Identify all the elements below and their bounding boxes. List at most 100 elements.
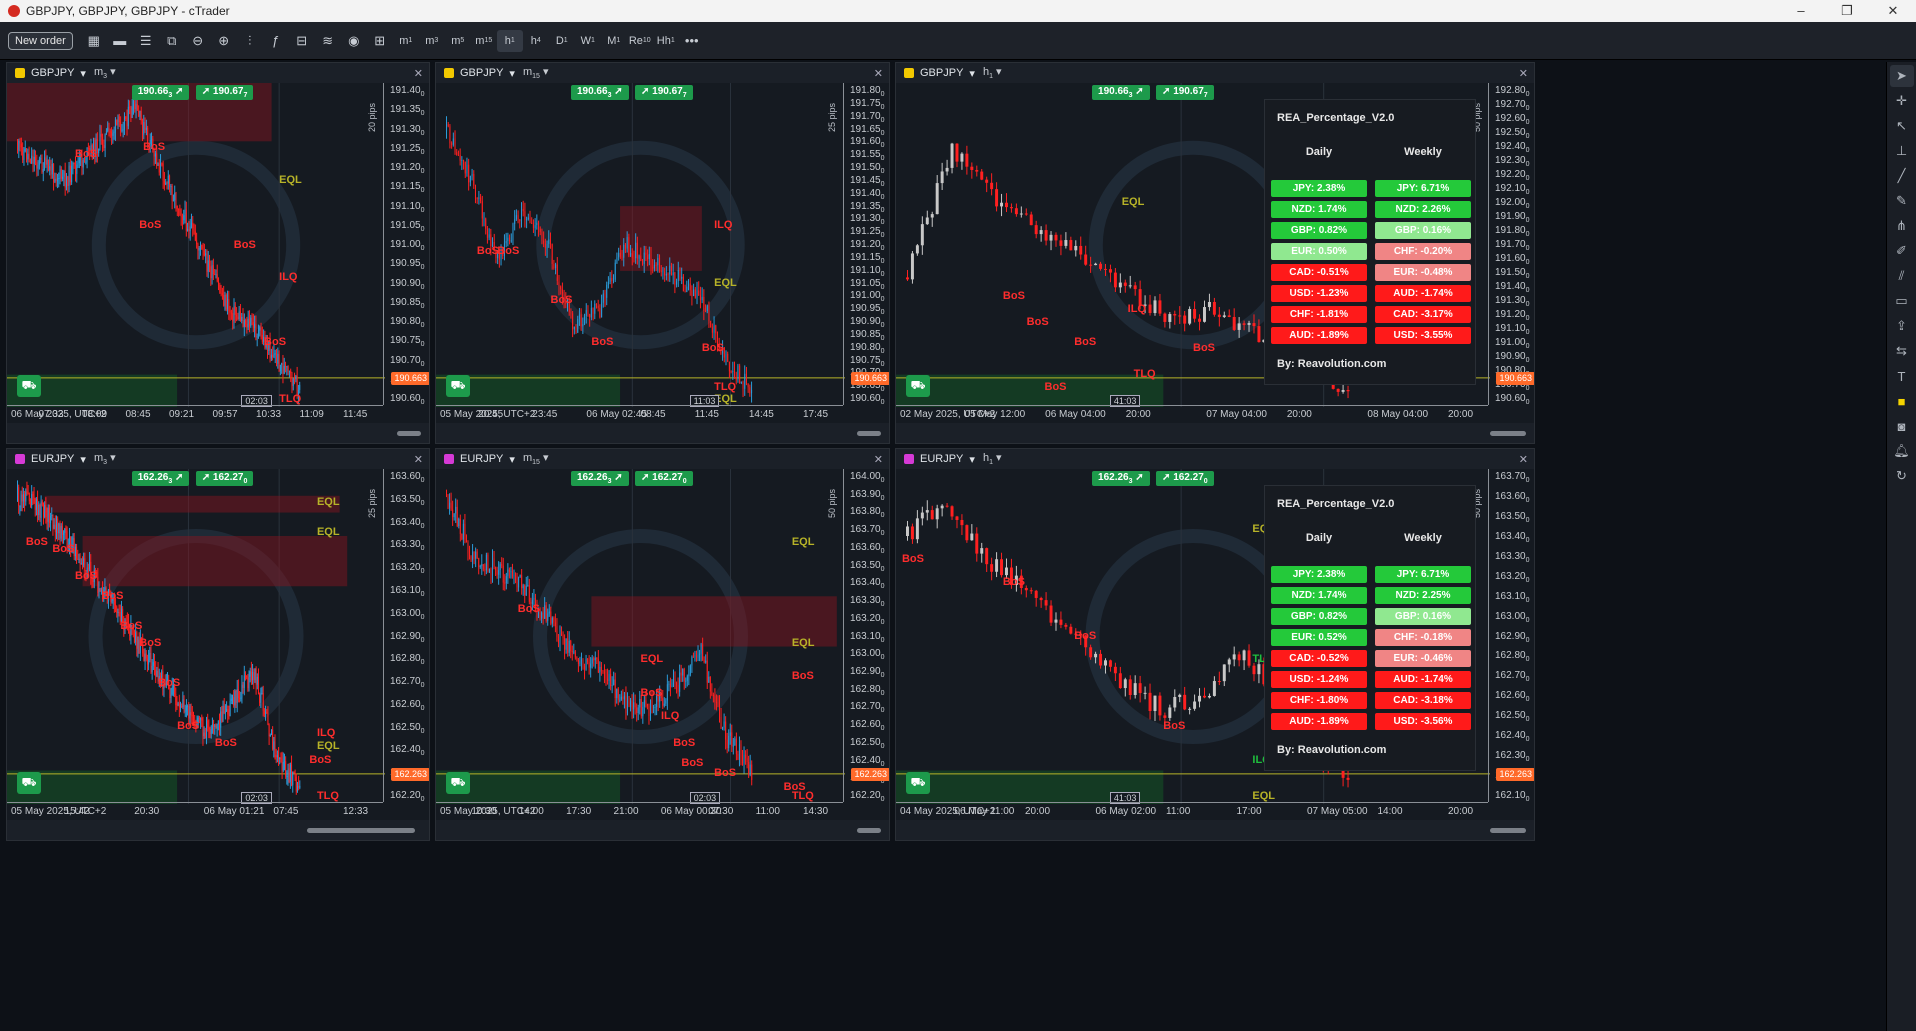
chart-type-icon[interactable]: ⫶ <box>237 30 263 52</box>
ask-quote-button[interactable]: ➚ 162.270 <box>1156 471 1214 486</box>
horizontal-scrollbar[interactable] <box>896 423 1534 443</box>
symbol-selector[interactable]: EURJPY <box>920 453 963 465</box>
horizontal-scrollbar[interactable] <box>436 423 889 443</box>
bid-quote-button[interactable]: 162.263 ➚ <box>1092 471 1150 486</box>
bid-quote-button[interactable]: 162.263 ➚ <box>570 471 629 486</box>
pencil-icon[interactable]: ✎ <box>1890 190 1914 212</box>
history-icon[interactable]: ↻ <box>1890 465 1914 487</box>
brush-icon[interactable]: ✐ <box>1890 240 1914 262</box>
horizontal-scrollbar[interactable] <box>436 820 889 840</box>
time-axis[interactable]: 05 May 2025, UTC+2 15:42 20:30 06 May 01:21… <box>7 802 383 820</box>
chart-area[interactable]: BoS BoS BoS EQL BoS ILQ BoS TLQ ⛟ 02:03 <box>7 83 385 407</box>
layout-grid-icon[interactable]: ▦ <box>81 30 107 52</box>
ask-quote-button[interactable]: ➚ 190.677 <box>195 85 254 100</box>
timeframe-dropdown[interactable]: m15 ▾ <box>523 451 549 466</box>
timeframe-dropdown[interactable]: h1 ▾ <box>983 451 1002 466</box>
restore-button[interactable]: ❐ <box>1824 3 1870 19</box>
scroll-thumb[interactable] <box>1490 828 1526 833</box>
close-window-button[interactable]: ✕ <box>1870 3 1916 19</box>
timeframe-button-Hh1[interactable]: Hh 1 <box>653 30 679 52</box>
template-icon[interactable]: ⊞ <box>367 30 393 52</box>
chart-panel-gbpjpy-m3[interactable]: GBPJPY ▾ m3 ▾ ✕ BoS BoS BoS EQL BoS ILQ BoS TLQ ⛟ 02:… <box>6 62 430 444</box>
close-chart-icon[interactable]: ✕ <box>1519 453 1528 466</box>
symbol-dropdown-icon[interactable]: ▾ <box>509 67 515 80</box>
timeframe-button-m5[interactable]: m5 <box>445 30 471 52</box>
quick-trade-icon[interactable]: ⛟ <box>17 375 41 397</box>
cbot-icon[interactable]: ⊟ <box>289 30 315 52</box>
ask-quote-button[interactable]: ➚ 162.270 <box>634 471 693 486</box>
time-axis[interactable]: 04 May 2025, UTC+2 06 May 11:00 20:00 06 Ma… <box>896 802 1488 820</box>
quick-trade-icon[interactable]: ⛟ <box>446 772 470 794</box>
zoom-out-icon[interactable]: ⊖ <box>185 30 211 52</box>
close-chart-icon[interactable]: ✕ <box>1519 67 1528 80</box>
chart-area[interactable]: EQL EQL BoS BoS BoS BoS BoS BoS BoS BoS BoS ILQ EQL B… <box>7 469 385 804</box>
chart-area[interactable]: EQL EQL BoS EQL BoS BoS ILQ BoS BoS BoS BoS TLQ ⛟ 02:… <box>436 469 845 804</box>
price-axis[interactable]: 164.000 163.900 163.800 163.700 163.600 163.5… <box>843 469 889 803</box>
bid-quote-button[interactable]: 190.663 ➚ <box>570 85 629 100</box>
chart-panel-eurjpy-m3[interactable]: EURJPY ▾ m3 ▾ ✕ EQL EQL BoS BoS BoS BoS BoS BoS BoS B… <box>6 448 430 841</box>
horizontal-scrollbar[interactable] <box>896 820 1534 840</box>
symbol-selector[interactable]: GBPJPY <box>920 67 963 79</box>
ask-quote-button[interactable]: ➚ 190.677 <box>1156 85 1214 100</box>
quick-trade-icon[interactable]: ⛟ <box>446 375 470 397</box>
chart-mode-icon[interactable]: ⧉ <box>159 30 185 52</box>
timeframe-dropdown[interactable]: h1 ▾ <box>983 65 1002 80</box>
symbol-dropdown-icon[interactable]: ▾ <box>969 453 975 466</box>
scroll-thumb[interactable] <box>857 828 881 833</box>
bid-quote-button[interactable]: 162.263 ➚ <box>131 471 190 486</box>
more-options-icon[interactable]: ••• <box>679 30 705 52</box>
timeframe-button-M1[interactable]: M1 <box>601 30 627 52</box>
ask-quote-button[interactable]: ➚ 162.270 <box>195 471 254 486</box>
quick-trade-icon[interactable]: ⛟ <box>906 772 930 794</box>
chart-panel-gbpjpy-m15[interactable]: GBPJPY ▾ m15 ▾ ✕ BoS BoS ILQ BoS EQL BoS BoS TLQ EQL… <box>435 62 890 444</box>
text-tool-icon[interactable]: T <box>1890 365 1914 387</box>
symbol-dropdown-icon[interactable]: ▾ <box>509 453 515 466</box>
close-chart-icon[interactable]: ✕ <box>414 67 423 80</box>
rectangle-icon[interactable]: ▭ <box>1890 290 1914 312</box>
timeframe-button-m15[interactable]: m 15 <box>471 30 497 52</box>
camera-icon[interactable]: ◙ <box>1890 415 1914 437</box>
symbol-dropdown-icon[interactable]: ▾ <box>80 453 86 466</box>
minimize-button[interactable]: – <box>1778 3 1824 19</box>
line-tool-icon[interactable]: ╱ <box>1890 165 1914 187</box>
time-axis[interactable]: 06 May 2025, UTC+2 07:33 08:09 08:45 09:21 09… <box>7 405 383 423</box>
timeframe-button-h4[interactable]: h4 <box>523 30 549 52</box>
chart-panel-eurjpy-h1[interactable]: EURJPY▾h1 ▾✕BoSEQLBoSBoSTLQBoSILQEQL⛟41:… <box>895 448 1535 841</box>
symbol-dropdown-icon[interactable]: ▾ <box>969 67 975 80</box>
time-axis[interactable]: 05 May 2025, UTC+2 20:45 23:45 06 May 02:45… <box>436 405 843 423</box>
channel-icon[interactable]: ⫽ <box>1890 265 1914 287</box>
price-axis[interactable]: 163.600 163.500 163.400 163.300 163.200 163.1… <box>383 469 429 803</box>
time-axis[interactable]: 05 May 2025, UTC+2 10:30 14:00 17:30 21:00 06… <box>436 802 843 820</box>
measure-icon[interactable]: ⇆ <box>1890 340 1914 362</box>
scroll-thumb[interactable] <box>397 431 421 436</box>
horizontal-scrollbar[interactable] <box>7 423 429 443</box>
time-axis[interactable]: 02 May 2025, UTC+2 05 May 12:00 06 May 04:… <box>896 405 1488 423</box>
new-order-button[interactable]: New order <box>8 31 73 50</box>
chart-panel-eurjpy-m15[interactable]: EURJPY ▾ m15 ▾ ✕ EQL EQL BoS EQL BoS BoS ILQ BoS BoS… <box>435 448 890 841</box>
bid-quote-button[interactable]: 190.663 ➚ <box>1092 85 1150 100</box>
timeframe-dropdown[interactable]: m15 ▾ <box>523 65 549 80</box>
timeframe-button-h1[interactable]: h1 <box>496 29 523 52</box>
price-axis[interactable]: 192.800 192.700 192.600 192.500 192.400 192.3… <box>1488 83 1534 406</box>
timeframe-button-D1[interactable]: D1 <box>549 30 575 52</box>
symbol-selector[interactable]: GBPJPY <box>31 67 74 79</box>
ask-quote-button[interactable]: ➚ 190.677 <box>634 85 693 100</box>
quick-trade-icon[interactable]: ⛟ <box>906 375 930 397</box>
timeframe-dropdown[interactable]: m3 ▾ <box>94 451 116 466</box>
indicators-icon[interactable]: ƒ <box>263 30 289 52</box>
price-axis[interactable]: 163.700 163.600 163.500 163.400 163.300 163.2… <box>1488 469 1534 803</box>
scroll-thumb[interactable] <box>857 431 881 436</box>
layers-icon[interactable]: ≋ <box>315 30 341 52</box>
pointer-tool-icon[interactable]: ↖ <box>1890 115 1914 137</box>
quick-trade-icon[interactable]: ⛟ <box>17 772 41 794</box>
color-square-icon[interactable]: ■ <box>1890 390 1914 412</box>
alert-bell-icon[interactable]: 🔔︎ <box>1890 440 1914 462</box>
scroll-thumb[interactable] <box>1490 431 1526 436</box>
chart-panel-gbpjpy-h1[interactable]: GBPJPY ▾ h1 ▾ ✕ EQL BoS BoS ILQ BoS BoS BoS TLQ ⛟ 41:… <box>895 62 1535 444</box>
multi-chart-icon[interactable]: ☰ <box>133 30 159 52</box>
timeframe-dropdown[interactable]: m3 ▾ <box>94 65 116 80</box>
chart-area[interactable]: BoS BoS ILQ BoS EQL BoS BoS TLQ EQL ⛟ 11:03 <box>436 83 845 407</box>
symbol-selector[interactable]: EURJPY <box>31 453 74 465</box>
timeframe-button-m3[interactable]: m3 <box>419 30 445 52</box>
zoom-in-icon[interactable]: ⊕ <box>211 30 237 52</box>
